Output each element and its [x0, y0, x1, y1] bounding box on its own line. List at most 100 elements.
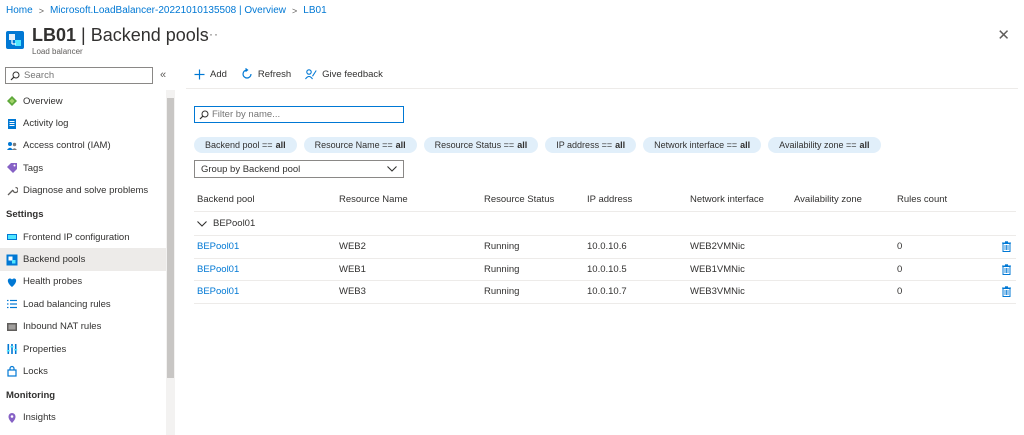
breadcrumb-overview[interactable]: Microsoft.LoadBalancer-20221010135508 | … — [50, 5, 286, 16]
sidebar-item-tags[interactable]: Tags — [0, 157, 166, 179]
close-button[interactable]: ✕ — [997, 26, 1010, 44]
column-header[interactable]: Rules count — [897, 194, 996, 205]
column-header[interactable]: Backend pool — [194, 194, 339, 205]
column-header[interactable]: Availability zone — [794, 194, 897, 205]
filter-box[interactable] — [194, 106, 404, 123]
sidebar-scroll-thumb[interactable] — [167, 98, 174, 378]
rules-count-cell: 0 — [897, 241, 903, 253]
properties-icon — [6, 343, 18, 355]
refresh-button[interactable]: Refresh — [241, 68, 291, 80]
activity-log-icon — [6, 118, 18, 130]
ip-address-cell: 10.0.10.5 — [587, 263, 627, 275]
trash-icon — [1001, 264, 1011, 275]
trash-icon — [1001, 241, 1011, 253]
backend-pool-link[interactable]: BEPool01 — [194, 264, 339, 275]
filter-by-name-input[interactable] — [212, 109, 397, 120]
resource-status-cell: Running — [484, 263, 520, 275]
delete-button[interactable] — [996, 241, 1016, 253]
feedback-icon — [305, 68, 317, 80]
more-options-button[interactable]: ··· — [204, 27, 219, 41]
sidebar-nav: Overview Activity log Access control (IA… — [0, 90, 166, 429]
sidebar-search-input[interactable] — [24, 70, 144, 81]
column-header[interactable]: Resource Status — [484, 194, 587, 205]
page-subtitle: Load balancer — [32, 47, 83, 56]
group-label: BEPool01 — [213, 218, 256, 229]
network-interface-cell: WEB2VMNic — [690, 241, 745, 253]
group-header-row[interactable]: BEPool01 — [194, 212, 1016, 236]
table-row: BEPool01 WEB2 Running 10.0.10.6 WEB2VMNi… — [194, 236, 1016, 259]
resource-name-cell: WEB1 — [339, 263, 366, 275]
sidebar-item-locks[interactable]: Locks — [0, 360, 166, 382]
sidebar-search[interactable] — [5, 67, 153, 84]
filter-pill-resource-status[interactable]: Resource Status == all — [423, 137, 539, 153]
insights-icon — [6, 412, 18, 424]
overview-icon — [6, 95, 18, 107]
sidebar-item-properties[interactable]: Properties — [0, 338, 166, 360]
add-button[interactable]: Add — [194, 69, 227, 80]
column-header[interactable]: Resource Name — [339, 194, 484, 205]
sidebar-item-inbound-nat[interactable]: Inbound NAT rules — [0, 316, 166, 338]
search-icon — [199, 110, 209, 119]
filter-pill-availability-zone[interactable]: Availability zone == all — [768, 137, 881, 153]
nat-icon — [6, 321, 18, 333]
network-interface-cell: WEB1VMNic — [690, 263, 745, 275]
backend-pools-table: Backend pool Resource Name Resource Stat… — [194, 187, 1016, 304]
column-header[interactable]: IP address — [587, 194, 690, 205]
chevron-right-icon: > — [38, 5, 44, 16]
sidebar-item-lb-rules[interactable]: Load balancing rules — [0, 293, 166, 315]
tag-icon — [6, 162, 18, 174]
network-interface-cell: WEB3VMNic — [690, 286, 745, 298]
delete-button[interactable] — [996, 264, 1016, 275]
backend-pool-link[interactable]: BEPool01 — [194, 286, 339, 297]
ip-address-cell: 10.0.10.6 — [587, 241, 627, 253]
sidebar: « Overview Activity log Access control (… — [0, 62, 176, 435]
give-feedback-button[interactable]: Give feedback — [305, 68, 383, 80]
breadcrumb-home[interactable]: Home — [6, 5, 33, 16]
filter-pill-backend-pool[interactable]: Backend pool == all — [194, 137, 297, 153]
main-content: Add Refresh Give feedback Backend pool =… — [186, 62, 1024, 435]
backend-pools-icon — [6, 254, 18, 266]
sidebar-item-health-probes[interactable]: Health probes — [0, 271, 166, 293]
trash-icon — [1001, 286, 1011, 298]
backend-pool-link[interactable]: BEPool01 — [194, 241, 339, 252]
column-header[interactable]: Network interface — [690, 194, 794, 205]
plus-icon — [194, 69, 205, 80]
toolbar: Add Refresh Give feedback — [194, 68, 383, 80]
sidebar-item-insights[interactable]: Insights — [0, 407, 166, 429]
group-by-dropdown[interactable]: Group by Backend pool — [194, 160, 404, 178]
sidebar-section-monitoring: Monitoring — [6, 390, 56, 402]
sidebar-item-activity-log[interactable]: Activity log — [0, 112, 166, 134]
chevron-down-icon — [387, 166, 397, 172]
filter-pill-network-interface[interactable]: Network interface == all — [643, 137, 762, 153]
people-icon — [6, 140, 18, 152]
sidebar-item-overview[interactable]: Overview — [0, 90, 166, 112]
resource-name-cell: WEB2 — [339, 241, 366, 253]
rules-count-cell: 0 — [897, 263, 903, 275]
refresh-icon — [241, 68, 253, 80]
frontend-ip-icon — [6, 231, 18, 243]
lock-icon — [6, 365, 18, 378]
filter-pill-resource-name[interactable]: Resource Name == all — [303, 137, 417, 153]
filter-pills: Backend pool == all Resource Name == all R… — [194, 137, 881, 153]
load-balancer-icon — [6, 31, 24, 49]
resource-name-cell: WEB3 — [339, 286, 366, 298]
sidebar-item-iam[interactable]: Access control (IAM) — [0, 135, 166, 157]
toolbar-divider — [186, 88, 1018, 89]
sidebar-item-backend-pools[interactable]: Backend pools — [0, 248, 166, 271]
sidebar-item-diagnose[interactable]: Diagnose and solve problems — [0, 180, 166, 202]
chevron-down-icon[interactable] — [197, 220, 207, 227]
breadcrumb-lb01[interactable]: LB01 — [303, 5, 326, 16]
sidebar-item-frontend-ip[interactable]: Frontend IP configuration — [0, 226, 166, 248]
ip-address-cell: 10.0.10.7 — [587, 286, 627, 298]
filter-pill-ip-address[interactable]: IP address == all — [545, 137, 637, 153]
resource-status-cell: Running — [484, 241, 520, 253]
collapse-sidebar-button[interactable]: « — [160, 69, 166, 81]
table-row: BEPool01 WEB1 Running 10.0.10.5 WEB1VMNi… — [194, 259, 1016, 281]
health-probe-icon — [6, 276, 18, 288]
delete-button[interactable] — [996, 286, 1016, 298]
sidebar-scrollbar[interactable] — [166, 90, 175, 435]
chevron-right-icon: > — [292, 5, 298, 16]
wrench-icon — [6, 185, 18, 197]
breadcrumb: Home > Microsoft.LoadBalancer-2022101013… — [6, 5, 327, 16]
rules-icon — [6, 298, 18, 310]
